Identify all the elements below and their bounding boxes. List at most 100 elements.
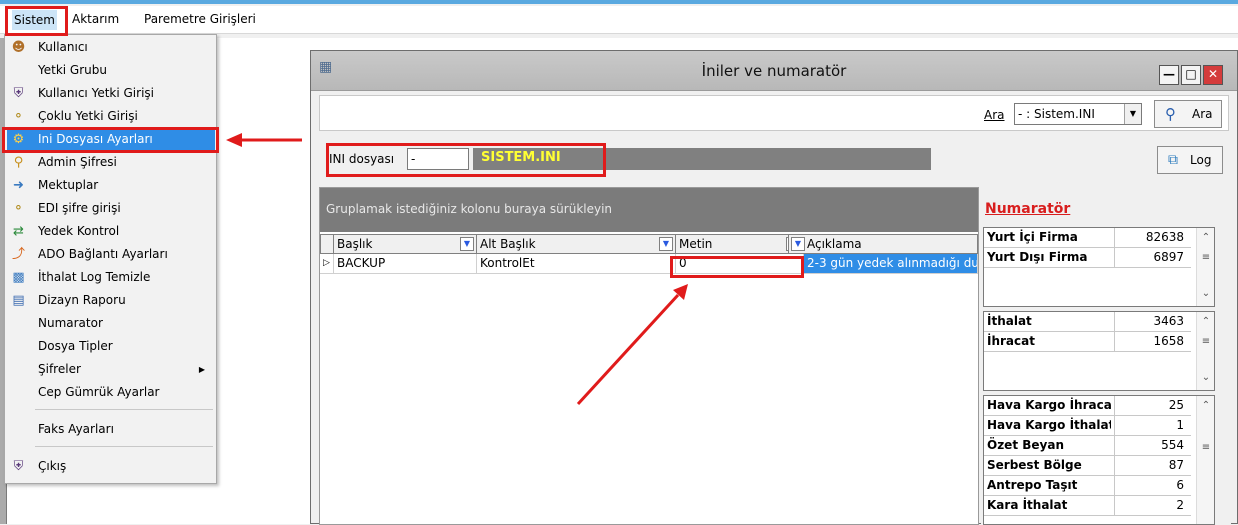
window-title: İniler ve numaratör (701, 62, 847, 80)
cell-baslik[interactable]: BACKUP (334, 254, 477, 274)
menu-item-label: Kullanıcı Yetki Girişi (38, 86, 154, 100)
numarator-scrollbar[interactable]: ⌃ ≡ ⌄ (1196, 312, 1214, 390)
numarator-row[interactable]: Antrepo Taşıt 6 (984, 476, 1191, 496)
numarator-value: 3463 (1114, 312, 1188, 331)
menu-item-ado-baglanti-ayarlari[interactable]: ⤴ ADO Bağlantı Ayarları (7, 244, 215, 265)
sistem-dropdown-menu: ☻ Kullanıcı Yetki Grubu ⛨ Kullanıcı Yetk… (4, 34, 217, 484)
numarator-row[interactable]: Kara İthalat 2 (984, 496, 1191, 516)
numarator-name: Hava Kargo İthalat (987, 418, 1111, 432)
numarator-row[interactable]: Özet Beyan 554 (984, 436, 1191, 456)
menu-item-mektuplar[interactable]: ➜ Mektuplar (7, 175, 215, 196)
exit-icon: ⛨ (13, 459, 24, 474)
column-header-alt-baslik[interactable]: Alt Başlık ▼ (476, 234, 676, 254)
numarator-name: İhracat (987, 334, 1035, 348)
numarator-row[interactable]: Hava Kargo İhracat 25 (984, 396, 1191, 416)
numarator-row[interactable]: Hava Kargo İthalat 1 (984, 416, 1191, 436)
keys-icon: ⚬ (13, 109, 24, 124)
numarator-value: 2 (1114, 496, 1188, 515)
letters-icon: ➜ (13, 178, 24, 193)
menu-item-label: Çoklu Yetki Girişi (38, 109, 138, 123)
main-menubar: Sistem Aktarım Paremetre Girişleri (0, 6, 1238, 34)
minimize-button[interactable]: — (1159, 65, 1179, 85)
menu-item-label: Dizayn Raporu (38, 293, 126, 307)
menu-item-kullanici[interactable]: ☻ Kullanıcı (7, 37, 215, 58)
cell-alt-baslik[interactable]: KontrolEt (477, 254, 676, 274)
scroll-thumb-icon[interactable]: ≡ (1197, 336, 1215, 347)
filter-dropdown-icon[interactable]: ▼ (659, 237, 673, 251)
menu-item-dizayn-raporu[interactable]: ▤ Dizayn Raporu (7, 290, 215, 311)
group-by-panel[interactable]: Gruplamak istediğiniz kolonu buraya sürü… (320, 188, 978, 232)
menu-item-coklu-yetki-girisi[interactable]: ⚬ Çoklu Yetki Girişi (7, 106, 215, 127)
ara-button[interactable]: ⚲ Ara (1154, 100, 1222, 128)
numarator-value: 82638 (1114, 228, 1188, 247)
menu-item-dosya-tipler[interactable]: Dosya Tipler (7, 336, 215, 357)
menu-item-numarator[interactable]: Numarator (7, 313, 215, 334)
scroll-thumb-icon[interactable]: ≡ (1197, 252, 1215, 263)
key-icon: ⚲ (13, 155, 24, 170)
menu-item-sifreler[interactable]: Şifreler ▶ (7, 359, 215, 380)
menu-item-kullanici-yetki-girisi[interactable]: ⛨ Kullanıcı Yetki Girişi (7, 83, 215, 104)
numarator-scrollbar[interactable]: ⌃ ≡ (1196, 396, 1214, 524)
annotation-box-ini-dosyasi (2, 127, 219, 153)
close-button[interactable]: ✕ (1203, 65, 1223, 85)
menu-item-label: İthalat Log Temizle (38, 270, 151, 284)
menu-item-label: Numarator (38, 316, 103, 330)
menu-item-admin-sifresi[interactable]: ⚲ Admin Şifresi (7, 152, 215, 173)
menu-item-label: Mektuplar (38, 178, 99, 192)
menu-item-label: Yedek Kontrol (38, 224, 120, 238)
menu-item-cep-gumruk-ayarlar[interactable]: Cep Gümrük Ayarlar (7, 382, 215, 403)
menu-item-edi-sifre-girisi[interactable]: ⚬ EDI şifre girişi (7, 198, 215, 219)
ara-combobox[interactable]: - : Sistem.INI ▼ (1014, 103, 1142, 125)
iniler-numarator-window: ▦ İniler ve numaratör — □ ✕ Ara - : Sist… (310, 50, 1238, 525)
menu-item-cikis[interactable]: ⛨ Çıkış (7, 456, 215, 477)
log-button[interactable]: ⧉ Log (1157, 146, 1223, 174)
search-icon: ⚲ (1165, 105, 1176, 123)
numarator-name: Kara İthalat (987, 498, 1068, 512)
filter-dropdown-icon[interactable]: ▼ (460, 237, 474, 251)
maximize-button[interactable]: □ (1181, 65, 1201, 85)
numarator-value: 6897 (1114, 248, 1188, 267)
row-indicator-header (320, 234, 334, 254)
scroll-down-icon[interactable]: ⌄ (1197, 372, 1215, 383)
numarator-scrollbar[interactable]: ⌃ ≡ ⌄ (1196, 228, 1214, 306)
column-header-baslik[interactable]: Başlık ▼ (333, 234, 477, 254)
edi-key-icon: ⚬ (13, 201, 24, 216)
menu-item-ithalat-log-temizle[interactable]: ▩ İthalat Log Temizle (7, 267, 215, 288)
annotation-box-ini-file (326, 143, 606, 177)
menu-paremetre-girisleri[interactable]: Paremetre Girişleri (144, 12, 256, 26)
scroll-thumb-icon[interactable]: ≡ (1197, 442, 1215, 453)
menu-item-label: Çıkış (38, 459, 67, 473)
numarator-row[interactable]: Yurt İçi Firma 82638 (984, 228, 1191, 248)
column-header-aciklama[interactable]: ▼ Açıklama (788, 234, 978, 254)
ara-combobox-value: - : Sistem.INI (1018, 107, 1095, 121)
column-header-label: Başlık (337, 237, 373, 251)
ini-grid: Gruplamak istediğiniz kolonu buraya sürü… (319, 187, 979, 525)
numarator-name: İthalat (987, 314, 1032, 328)
window-titlebar[interactable]: ▦ İniler ve numaratör — □ ✕ (311, 51, 1237, 91)
menu-item-yetki-grubu[interactable]: Yetki Grubu (7, 60, 215, 81)
filter-dropdown-icon[interactable]: ▼ (791, 237, 805, 251)
menu-aktarim[interactable]: Aktarım (72, 12, 119, 26)
numarator-row[interactable]: Serbest Bölge 87 (984, 456, 1191, 476)
column-header-label: Metin (679, 237, 713, 251)
log-icon: ⧉ (1168, 152, 1178, 168)
numarator-name: Yurt Dışı Firma (987, 250, 1088, 264)
menu-item-faks-ayarlari[interactable]: Faks Ayarları (7, 419, 215, 440)
ara-label: Ara (984, 108, 1005, 122)
numarator-row[interactable]: Yurt Dışı Firma 6897 (984, 248, 1191, 268)
menu-item-label: EDI şifre girişi (38, 201, 121, 215)
menu-item-yedek-kontrol[interactable]: ⇄ Yedek Kontrol (7, 221, 215, 242)
scroll-up-icon[interactable]: ⌃ (1197, 232, 1215, 243)
column-header-metin[interactable]: Metin ▼ (675, 234, 803, 254)
log-button-label: Log (1190, 153, 1212, 167)
scroll-up-icon[interactable]: ⌃ (1197, 400, 1215, 411)
numarator-name: Antrepo Taşıt (987, 478, 1078, 492)
numarator-row[interactable]: İthalat 3463 (984, 312, 1191, 332)
scroll-up-icon[interactable]: ⌃ (1197, 316, 1215, 327)
numarator-value: 1658 (1114, 332, 1188, 351)
cell-aciklama[interactable]: 2-3 gün yedek alınmadığı duru (804, 254, 978, 274)
numarator-value: 1 (1114, 416, 1188, 435)
scroll-down-icon[interactable]: ⌄ (1197, 288, 1215, 299)
numarator-row[interactable]: İhracat 1658 (984, 332, 1191, 352)
chevron-down-icon[interactable]: ▼ (1124, 104, 1141, 124)
